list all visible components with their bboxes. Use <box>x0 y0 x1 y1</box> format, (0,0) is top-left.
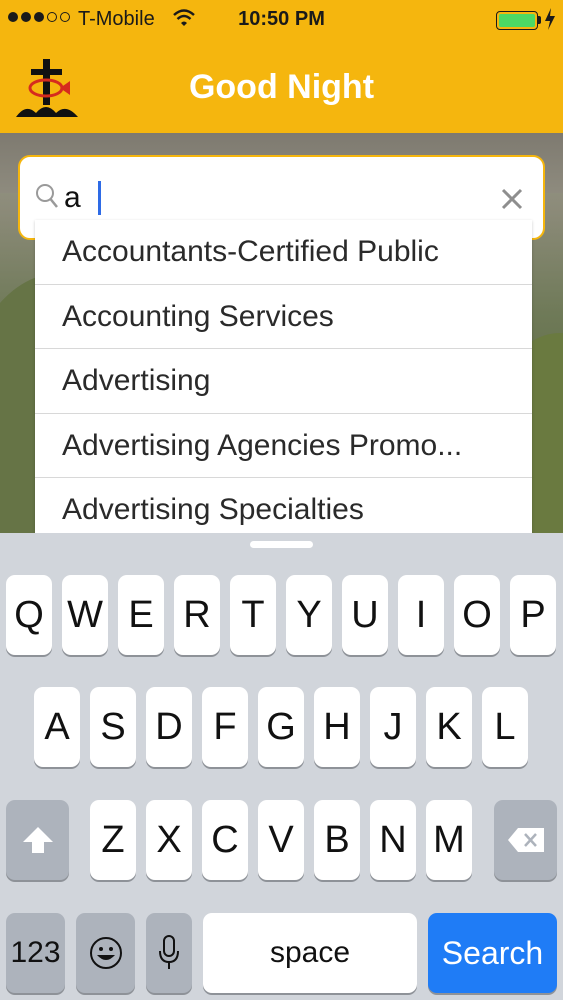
keyboard-drag-handle[interactable] <box>250 541 313 548</box>
key-i[interactable]: I <box>398 575 444 655</box>
key-g[interactable]: G <box>258 687 304 767</box>
app-header: T-Mobile 10:50 PM Good Night <box>0 0 563 133</box>
suggestion-item[interactable]: Accounting Services <box>35 285 532 349</box>
key-m[interactable]: M <box>426 800 472 880</box>
suggestion-list: Accountants-Certified Public Accounting … <box>35 220 532 533</box>
key-z[interactable]: Z <box>90 800 136 880</box>
key-t[interactable]: T <box>230 575 276 655</box>
key-l[interactable]: L <box>482 687 528 767</box>
search-key[interactable]: Search <box>428 913 557 993</box>
key-e[interactable]: E <box>118 575 164 655</box>
battery-icon <box>496 11 538 30</box>
microphone-icon <box>159 935 179 969</box>
key-x[interactable]: X <box>146 800 192 880</box>
key-b[interactable]: B <box>314 800 360 880</box>
key-w[interactable]: W <box>62 575 108 655</box>
key-c[interactable]: C <box>202 800 248 880</box>
key-j[interactable]: J <box>370 687 416 767</box>
key-p[interactable]: P <box>510 575 556 655</box>
status-time: 10:50 PM <box>238 8 325 30</box>
page-title: Good Night <box>188 68 375 106</box>
space-key[interactable]: space <box>203 913 417 993</box>
suggestion-item[interactable]: Advertising Agencies Promo... <box>35 414 532 478</box>
search-input[interactable] <box>64 177 484 219</box>
key-h[interactable]: H <box>314 687 360 767</box>
key-y[interactable]: Y <box>286 575 332 655</box>
numbers-button[interactable]: 123 <box>6 913 65 993</box>
search-icon <box>36 184 58 208</box>
key-d[interactable]: D <box>146 687 192 767</box>
backspace-icon <box>507 828 544 852</box>
keyboard: Q W E R T Y U I O P A S D F G H J K L Z … <box>0 533 563 1000</box>
key-k[interactable]: K <box>426 687 472 767</box>
close-icon[interactable] <box>500 187 524 211</box>
charging-bolt-icon <box>545 8 555 30</box>
suggestion-item[interactable]: Advertising <box>35 349 532 414</box>
battery-tip <box>538 16 541 24</box>
key-r[interactable]: R <box>174 575 220 655</box>
suggestion-item[interactable]: Accountants-Certified Public <box>35 220 532 285</box>
delete-button[interactable] <box>494 800 557 880</box>
key-u[interactable]: U <box>342 575 388 655</box>
dictation-button[interactable] <box>146 913 192 993</box>
key-a[interactable]: A <box>34 687 80 767</box>
key-q[interactable]: Q <box>6 575 52 655</box>
key-n[interactable]: N <box>370 800 416 880</box>
key-o[interactable]: O <box>454 575 500 655</box>
emoji-icon <box>89 937 122 969</box>
suggestion-item[interactable]: Advertising Specialties <box>35 478 532 533</box>
status-bar: T-Mobile 10:50 PM <box>0 0 563 40</box>
key-s[interactable]: S <box>90 687 136 767</box>
shift-arrow-icon <box>22 827 53 853</box>
key-v[interactable]: V <box>258 800 304 880</box>
text-cursor <box>98 181 101 215</box>
shift-button[interactable] <box>6 800 69 880</box>
key-f[interactable]: F <box>202 687 248 767</box>
emoji-button[interactable] <box>76 913 135 993</box>
